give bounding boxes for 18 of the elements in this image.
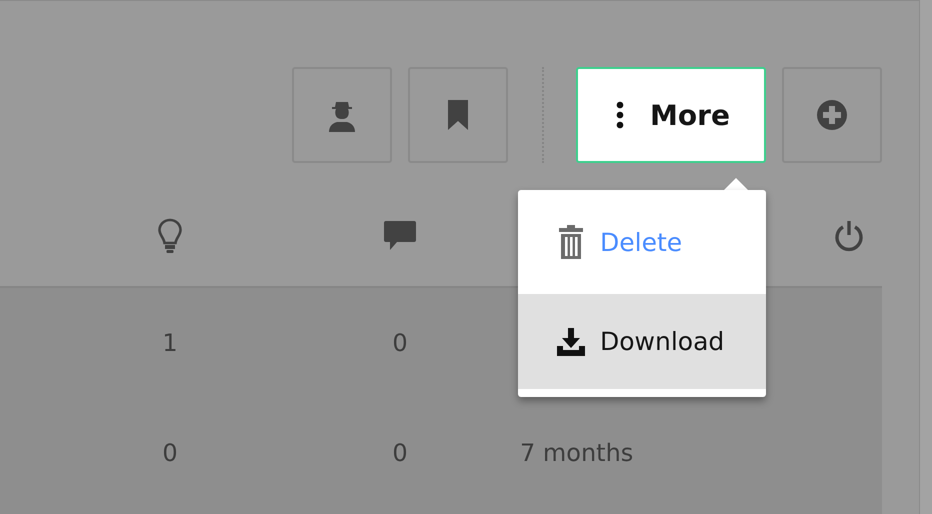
power-icon — [834, 220, 864, 252]
lightbulb-icon — [157, 218, 183, 254]
add-button[interactable] — [782, 67, 882, 163]
table-cell: 1 — [162, 329, 178, 357]
agent-button[interactable] — [292, 67, 392, 163]
table-cell: 0 — [162, 439, 178, 467]
more-button[interactable]: More — [576, 67, 766, 163]
comment-icon — [383, 220, 417, 252]
kebab-icon — [616, 101, 624, 129]
table-cell: 0 — [392, 439, 408, 467]
menu-item[interactable]: Download — [518, 294, 766, 389]
bookmark-icon — [446, 98, 470, 132]
table-cell: 7 months — [520, 439, 634, 467]
plus-circle-icon — [816, 99, 848, 131]
download-icon — [556, 326, 586, 356]
bookmark-button[interactable] — [408, 67, 508, 163]
trash-icon — [558, 225, 584, 259]
table-cell: 0 — [392, 329, 408, 357]
